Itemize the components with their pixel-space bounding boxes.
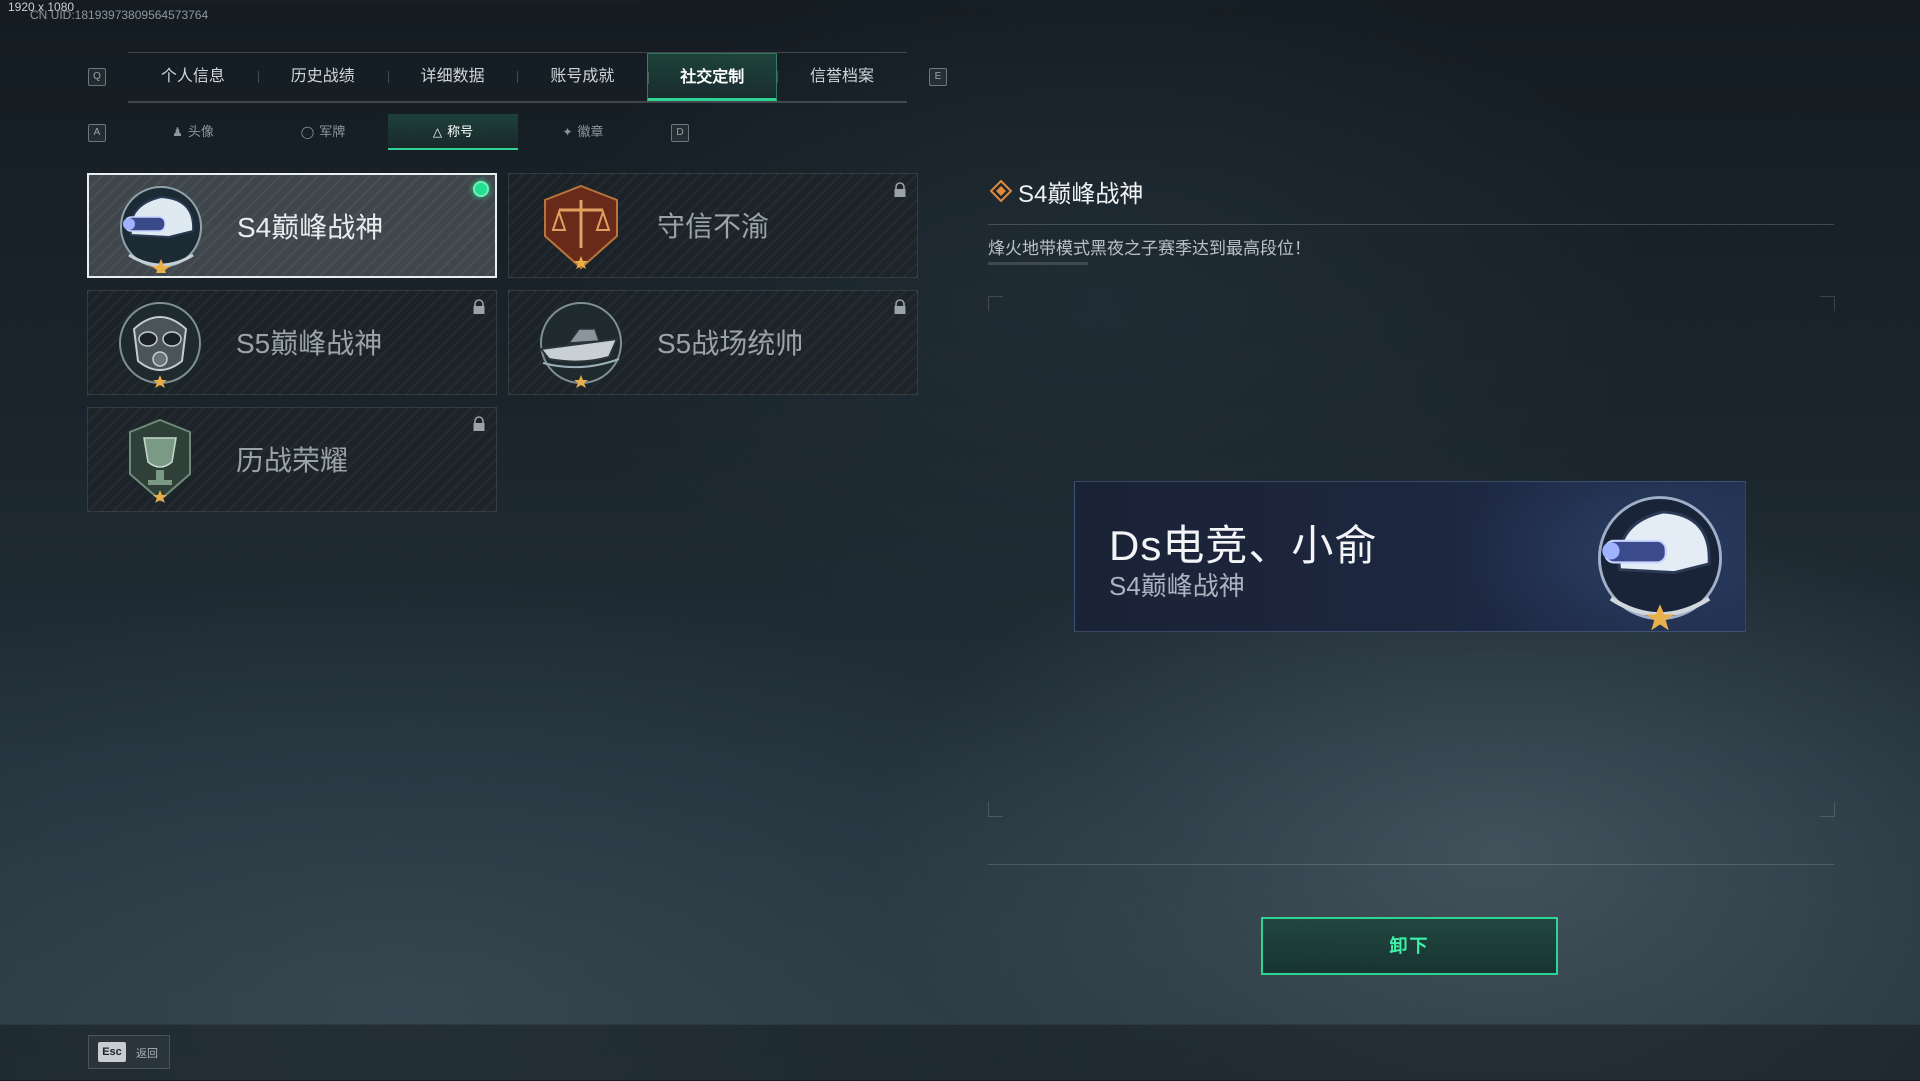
sub-tabs: ♟ 头像 ◯ 军牌 △ 称号 ✦ 徽章 [128, 114, 648, 150]
subtab-badge[interactable]: ✦ 徽章 [518, 114, 648, 150]
lock-icon [473, 416, 485, 431]
title-card-s5-commander[interactable]: S5战场统帅 [508, 290, 918, 395]
description-underline [988, 262, 1088, 265]
subtab-label: 徽章 [577, 124, 604, 139]
frame-corner [1820, 802, 1835, 817]
gasmask-icon [119, 302, 201, 388]
title-name: S4巅峰战神 [237, 212, 384, 243]
title-name: 守信不渝 [657, 211, 770, 242]
player-title: S4巅峰战神 [1109, 571, 1245, 601]
scales-shield-icon [544, 184, 618, 270]
tab-personal-info[interactable]: 个人信息 [128, 53, 258, 101]
prev-subtab-key[interactable]: A [88, 124, 106, 142]
detail-title: S4巅峰战神 [1018, 181, 1144, 208]
title-name: S5战场统帅 [657, 328, 804, 359]
detail-divider [988, 224, 1834, 225]
frame-corner [988, 296, 1003, 311]
subtab-label: 军牌 [319, 124, 346, 139]
uid-label: CN UID:18193973809564573764 [30, 8, 209, 22]
subtab-title[interactable]: △ 称号 [388, 114, 518, 150]
player-name: Ds电竞、小俞 [1109, 522, 1378, 569]
lock-icon [473, 299, 485, 314]
tab-credit-record[interactable]: 信誉档案 [777, 53, 907, 101]
dogtag-icon: ◯ [300, 125, 315, 139]
title-card-trustworthy[interactable]: 守信不渝 [508, 173, 918, 278]
nightvision-helmet-icon [1597, 496, 1723, 631]
next-subtab-key[interactable]: D [671, 124, 689, 142]
title-card-s4-peak[interactable]: S4巅峰战神 [87, 173, 497, 278]
equipped-indicator [473, 181, 489, 197]
nightvision-helmet-icon [120, 186, 202, 273]
frame-corner [1820, 296, 1835, 311]
tab-achievements[interactable]: 账号成就 [517, 53, 647, 101]
detail-description: 烽火地带模式黑夜之子赛季达到最高段位！ [988, 239, 1311, 258]
next-tab-key[interactable]: E [929, 68, 947, 86]
subtab-label: 头像 [187, 124, 214, 139]
unequip-button[interactable]: 卸下 [1261, 917, 1558, 975]
diamond-icon [990, 180, 1012, 202]
esc-key: Esc [98, 1042, 126, 1062]
title-name: S5巅峰战神 [236, 328, 383, 359]
back-label: 返回 [136, 1048, 158, 1060]
tab-match-history[interactable]: 历史战绩 [257, 53, 388, 101]
person-icon: ♟ [172, 125, 183, 139]
frame-corner [988, 802, 1003, 817]
lock-icon [894, 182, 906, 197]
detail-bottom-divider [988, 864, 1834, 865]
badge-icon: ✦ [562, 125, 573, 139]
main-tabs: 个人信息 历史战绩 详细数据 账号成就 社交定制 信誉档案 [128, 52, 907, 103]
title-card-battle-glory[interactable]: 历战荣耀 [87, 407, 497, 512]
nameplate-preview: Ds电竞、小俞 S4巅峰战神 [1074, 481, 1746, 632]
title-icon: △ [432, 125, 443, 139]
tab-detailed-stats[interactable]: 详细数据 [387, 53, 518, 101]
footer-bar [0, 1024, 1920, 1081]
lock-icon [894, 299, 906, 314]
subtab-label: 称号 [447, 124, 474, 139]
speedboat-icon [539, 302, 622, 388]
trophy-icon [129, 418, 191, 503]
title-card-s5-peak[interactable]: S5巅峰战神 [87, 290, 497, 395]
prev-tab-key[interactable]: Q [88, 68, 106, 86]
subtab-avatar[interactable]: ♟ 头像 [128, 114, 258, 150]
tab-social-custom[interactable]: 社交定制 [647, 53, 778, 101]
title-name: 历战荣耀 [236, 445, 349, 476]
subtab-dogtag[interactable]: ◯ 军牌 [258, 114, 388, 150]
